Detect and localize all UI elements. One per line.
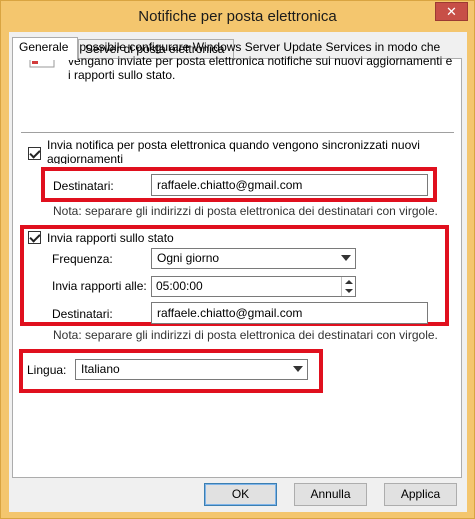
status-reports-checkbox[interactable]: [28, 231, 41, 244]
send-at-label: Invia rapporti alle:: [52, 279, 147, 293]
language-value: Italiano: [81, 362, 120, 376]
title-bar[interactable]: Notifiche per posta elettronica ✕: [1, 1, 474, 32]
frequency-select[interactable]: Ogni giorno: [151, 248, 356, 269]
cancel-button[interactable]: Annulla: [294, 483, 367, 506]
chevron-down-icon: [341, 255, 351, 261]
separator: [21, 132, 454, 133]
frequency-label: Frequenza:: [52, 252, 113, 266]
sync-recipients-label: Destinatari:: [53, 179, 114, 193]
language-label: Lingua:: [27, 363, 67, 377]
language-select[interactable]: Italiano: [75, 359, 308, 380]
close-icon: ✕: [446, 4, 457, 19]
status-recipients-label: Destinatari:: [52, 307, 113, 321]
sync-recipients-input[interactable]: raffaele.chiatto@gmail.com: [151, 174, 428, 196]
sync-recipients-note: Nota: separare gli indirizzi di posta el…: [53, 204, 438, 218]
chevron-down-icon: [293, 366, 303, 372]
info-description: È possibile configurare Windows Server U…: [68, 40, 453, 82]
window-title: Notifiche per posta elettronica: [138, 8, 337, 25]
apply-button[interactable]: Applica: [384, 483, 457, 506]
send-at-time-picker[interactable]: 05:00:00: [151, 276, 356, 297]
spin-down-icon[interactable]: [345, 289, 353, 293]
frequency-value: Ogni giorno: [157, 251, 220, 265]
tab-generale[interactable]: Generale: [12, 37, 78, 60]
sync-notify-checkbox[interactable]: [28, 147, 41, 160]
status-recipients-note: Nota: separare gli indirizzi di posta el…: [53, 328, 438, 342]
send-at-value: 05:00:00: [156, 279, 203, 293]
dialog-window: Notifiche per posta elettronica ✕ Genera…: [0, 0, 475, 519]
status-reports-label: Invia rapporti sullo stato: [47, 231, 174, 245]
spin-up-icon[interactable]: [345, 280, 353, 284]
ok-button[interactable]: OK: [204, 483, 277, 506]
status-recipients-input[interactable]: raffaele.chiatto@gmail.com: [151, 302, 428, 324]
close-button[interactable]: ✕: [435, 2, 468, 21]
sync-notify-label: Invia notifica per posta elettronica qua…: [47, 138, 420, 164]
time-spinner[interactable]: [341, 277, 355, 296]
